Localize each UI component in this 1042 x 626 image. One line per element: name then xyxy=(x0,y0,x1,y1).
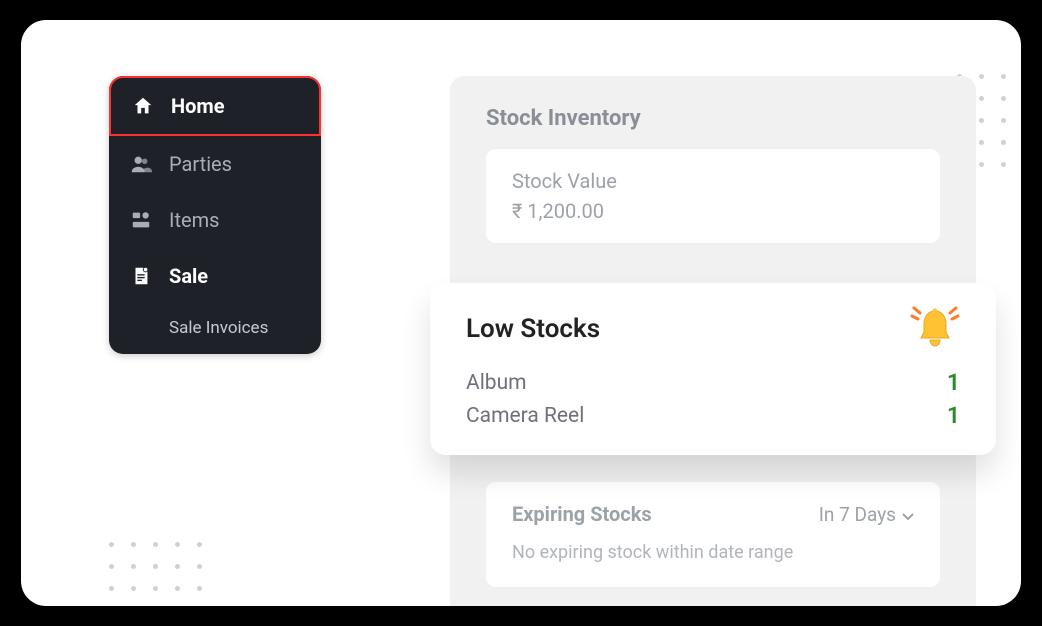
stock-value-amount: ₹ 1,200.00 xyxy=(512,199,914,223)
panel-title: Stock Inventory xyxy=(486,106,940,131)
low-stock-qty: 1 xyxy=(947,402,960,429)
low-stock-name: Camera Reel xyxy=(466,404,584,428)
sidebar-item-label: Items xyxy=(169,208,219,232)
expiring-header: Expiring Stocks In 7 Days xyxy=(512,502,914,526)
sidebar-item-items[interactable]: Items xyxy=(109,192,321,248)
items-icon xyxy=(129,208,153,232)
sidebar-subitem-label: Sale Invoices xyxy=(169,318,268,338)
low-stock-qty: 1 xyxy=(947,369,960,396)
stock-value-label: Stock Value xyxy=(512,169,914,193)
low-stocks-header: Low Stocks xyxy=(466,305,960,353)
expiring-range-label: In 7 Days xyxy=(819,503,896,526)
sidebar-item-parties[interactable]: Parties xyxy=(109,136,321,192)
low-stock-row[interactable]: Camera Reel 1 xyxy=(466,402,960,429)
expiring-empty-text: No expiring stock within date range xyxy=(512,542,914,563)
home-icon xyxy=(131,94,155,118)
file-icon xyxy=(129,264,153,288)
sidebar-item-sale[interactable]: Sale xyxy=(109,248,321,304)
chevron-down-icon xyxy=(902,503,914,526)
users-icon xyxy=(129,152,153,176)
expiring-range-dropdown[interactable]: In 7 Days xyxy=(819,503,914,526)
low-stock-name: Album xyxy=(466,371,527,395)
stock-value-card[interactable]: Stock Value ₹ 1,200.00 xyxy=(486,149,940,243)
sidebar-item-home[interactable]: Home xyxy=(109,76,321,136)
low-stocks-title: Low Stocks xyxy=(466,314,600,344)
sidebar-item-label: Parties xyxy=(169,152,232,176)
bell-icon xyxy=(910,305,960,353)
sidebar: Home Parties Items Sale Sale Invoices xyxy=(109,76,321,354)
sidebar-subitem-sale-invoices[interactable]: Sale Invoices xyxy=(109,304,321,354)
decorative-dots xyxy=(109,542,203,606)
expiring-title: Expiring Stocks xyxy=(512,502,652,526)
expiring-stocks-card: Expiring Stocks In 7 Days No expiring st… xyxy=(486,482,940,587)
low-stock-row[interactable]: Album 1 xyxy=(466,369,960,396)
app-canvas: Home Parties Items Sale Sale Invoices St… xyxy=(21,20,1021,606)
low-stocks-card: Low Stocks Album 1 Camera Reel 1 xyxy=(430,283,996,455)
sidebar-item-label: Home xyxy=(171,94,225,118)
sidebar-item-label: Sale xyxy=(169,264,208,288)
